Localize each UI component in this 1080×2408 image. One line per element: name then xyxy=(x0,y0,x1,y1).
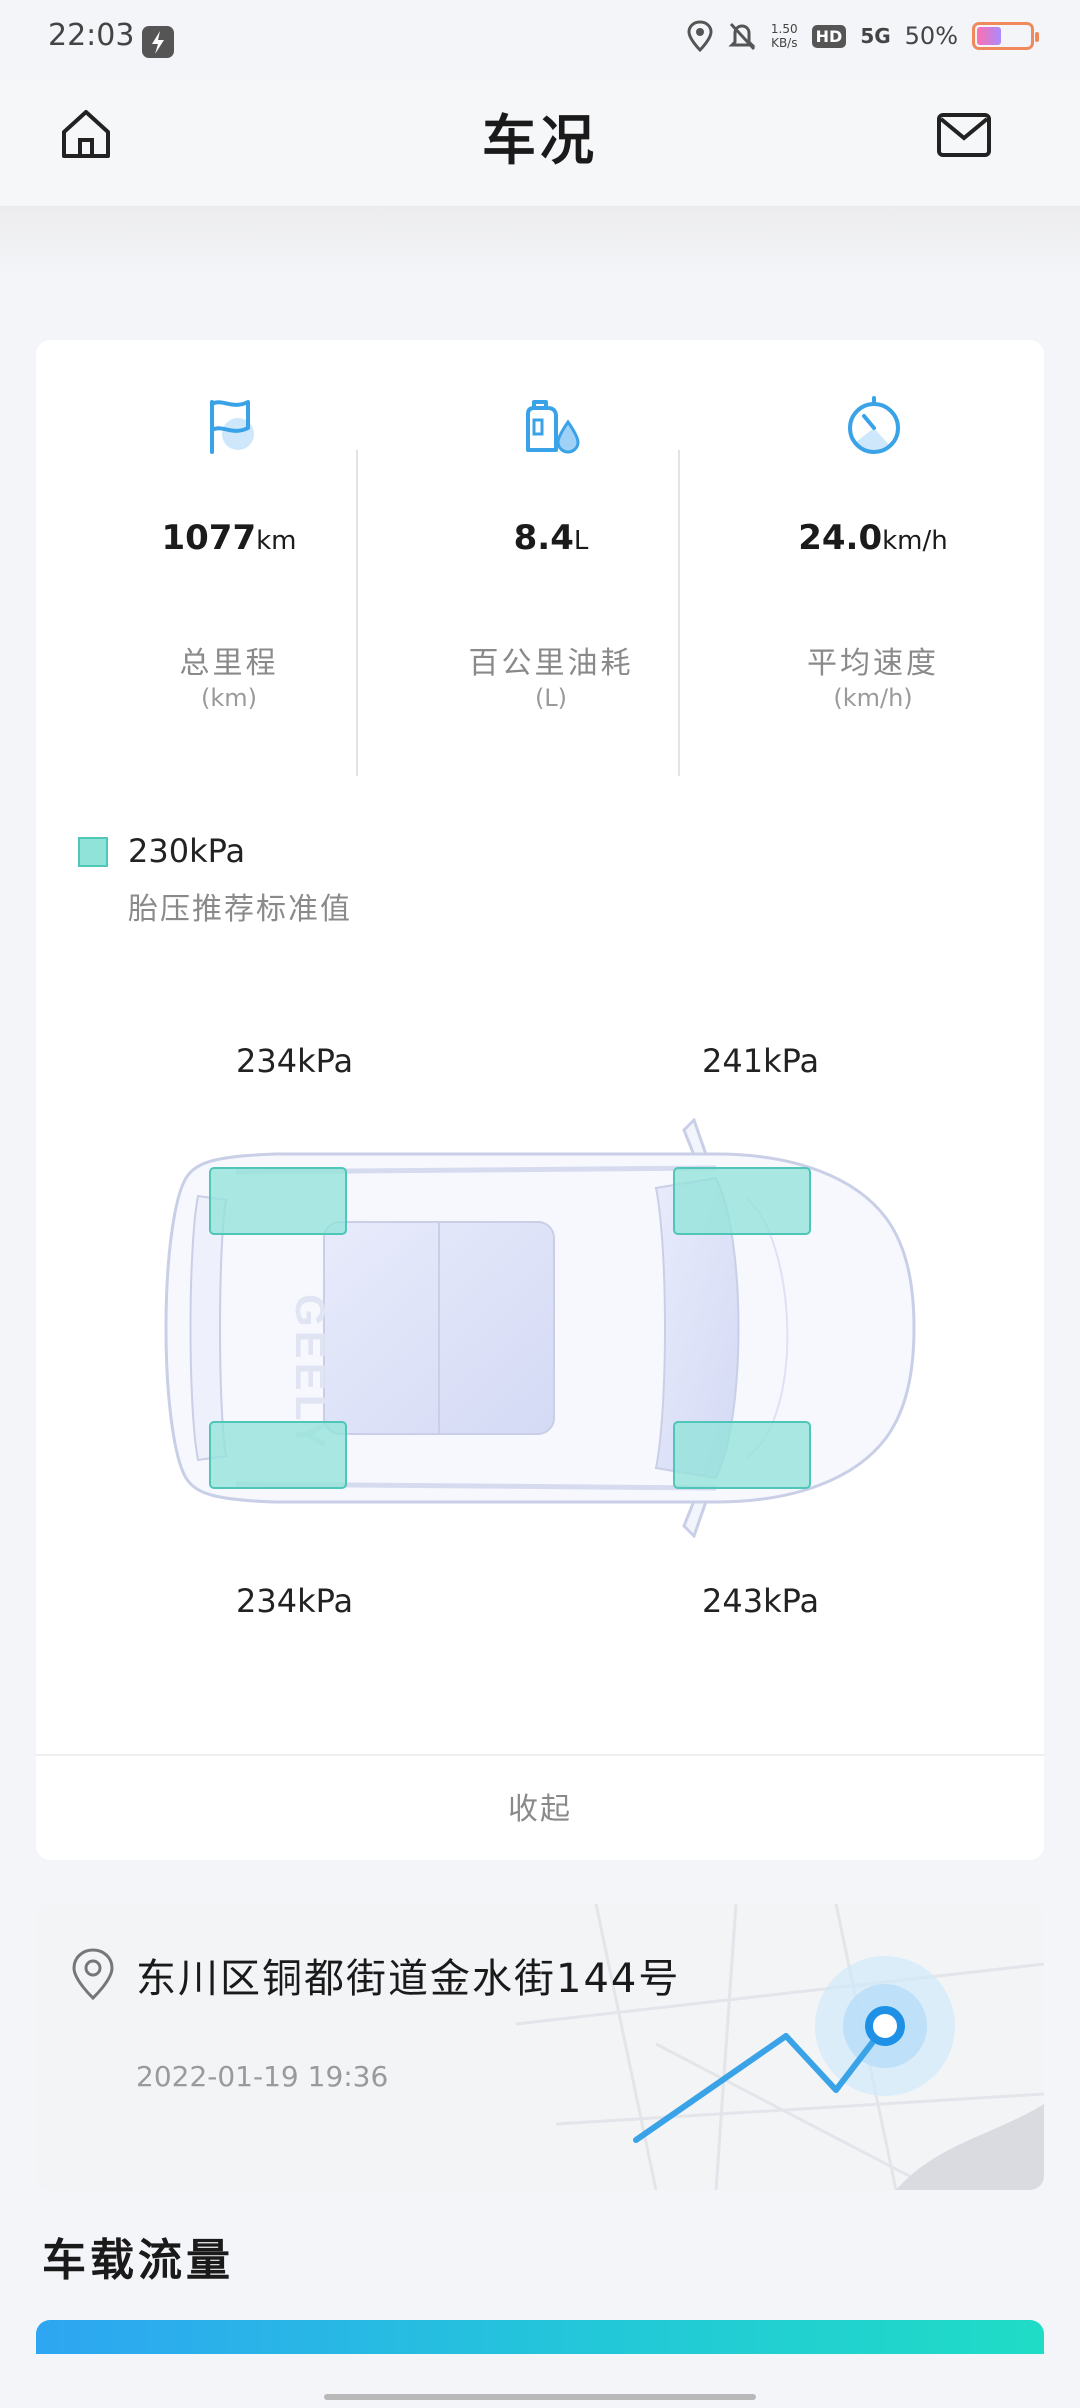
divider xyxy=(678,450,680,776)
speedometer-icon xyxy=(848,396,900,454)
speed-label: 平均速度 xyxy=(807,646,939,681)
net-speed: 1.50 KB/s xyxy=(770,22,798,50)
vehicle-location-card[interactable]: 东川区铜都街道金水街144号 2022-01-19 19:36 xyxy=(36,1904,1044,2190)
mail-icon[interactable] xyxy=(936,112,992,158)
mileage-label: 总里程 xyxy=(179,646,279,681)
status-bar: 22:03 1.50 KB/s HD 5G 50% xyxy=(0,0,1080,80)
fuel-sublabel: (L) xyxy=(534,684,568,712)
signal-5g-icon: 5G xyxy=(860,24,891,48)
tire-legend-swatch xyxy=(78,837,108,867)
speed-sublabel: (km/h) xyxy=(833,684,913,712)
stat-average-speed: 24.0km/h 平均速度 (km/h) xyxy=(712,394,1034,724)
battery-fill xyxy=(977,27,1001,45)
fuel-drop-icon xyxy=(526,400,580,454)
battery-percent: 50% xyxy=(904,22,958,50)
tire-recommended-value: 230kPa xyxy=(128,832,246,870)
mute-bell-icon xyxy=(728,22,756,51)
stats-row: 1077km 总里程 (km) 8.4L 百公里油耗 (L) 24.0km/h xyxy=(36,394,1044,776)
home-indicator[interactable] xyxy=(324,2394,756,2400)
tire-rear-left: 234kPa xyxy=(236,1582,354,1620)
traffic-card[interactable] xyxy=(36,2320,1044,2354)
tire-recommended-label: 胎压推荐标准值 xyxy=(128,892,352,927)
page-title: 车况 xyxy=(482,109,598,172)
hd-icon: HD xyxy=(811,24,847,48)
card-divider xyxy=(36,1754,1044,1756)
divider xyxy=(356,450,358,776)
car-top-view: GEELY xyxy=(164,1118,916,1538)
battery-icon xyxy=(972,22,1039,50)
traffic-section-title: 车载流量 xyxy=(42,2235,234,2286)
speed-value: 24.0 xyxy=(798,518,883,558)
mileage-value: 1077 xyxy=(161,518,257,558)
speed-unit: km/h xyxy=(882,526,948,556)
stat-fuel-consumption: 8.4L 百公里油耗 (L) xyxy=(390,394,712,724)
flag-icon xyxy=(210,400,254,454)
flash-charge-icon xyxy=(142,26,174,58)
location-time: 2022-01-19 19:36 xyxy=(136,2060,389,2093)
fuel-unit: L xyxy=(573,526,589,556)
location-address: 东川区铜都街道金水街144号 xyxy=(136,1956,681,2002)
vehicle-status-card: 1077km 总里程 (km) 8.4L 百公里油耗 (L) 24.0km/h xyxy=(36,340,1044,1860)
tire-front-right: 241kPa xyxy=(702,1042,820,1080)
mileage-unit: km xyxy=(256,526,297,556)
mileage-sublabel: (km) xyxy=(200,684,257,712)
tire-front-left: 234kPa xyxy=(236,1042,354,1080)
location-status-icon xyxy=(687,20,713,52)
status-time: 22:03 xyxy=(48,18,135,53)
fuel-label: 百公里油耗 xyxy=(468,646,634,681)
collapse-button[interactable]: 收起 xyxy=(36,1784,1044,1828)
stat-total-mileage: 1077km 总里程 (km) xyxy=(68,394,390,724)
tire-rear-right: 243kPa xyxy=(702,1582,820,1620)
location-pin-icon xyxy=(68,1946,118,2002)
fuel-value: 8.4 xyxy=(513,518,574,558)
